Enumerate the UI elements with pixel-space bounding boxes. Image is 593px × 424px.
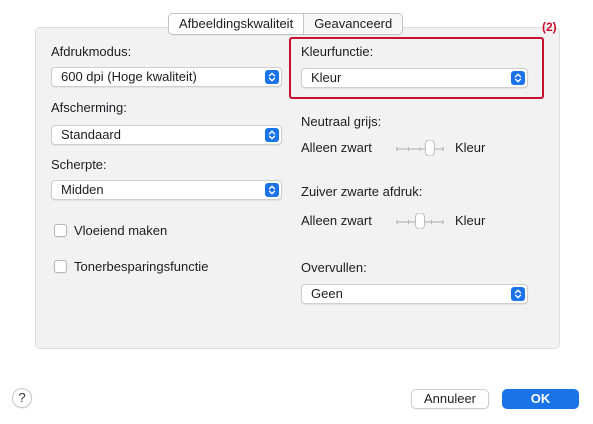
pure-black-slider[interactable] bbox=[396, 213, 444, 229]
tab-bar: Afbeeldingskwaliteit Geavanceerd bbox=[168, 13, 404, 35]
callout-label: (2) bbox=[542, 20, 557, 34]
print-mode-label: Afdrukmodus: bbox=[51, 44, 132, 59]
slider-knob bbox=[424, 140, 435, 156]
toner-save-label: Tonerbesparingsfunctie bbox=[74, 259, 209, 274]
neutral-gray-label: Neutraal grijs: bbox=[301, 114, 382, 129]
chevron-updown-icon bbox=[265, 128, 279, 142]
smoothing-label: Vloeiend maken bbox=[74, 223, 168, 238]
chevron-updown-icon bbox=[265, 70, 279, 84]
ok-button[interactable]: OK bbox=[502, 389, 579, 409]
sharpness-label: Scherpte: bbox=[51, 157, 107, 172]
neutral-gray-right-label: Kleur bbox=[455, 140, 486, 155]
print-mode-select[interactable]: 600 dpi (Hoge kwaliteit) bbox=[51, 67, 282, 87]
overprint-select[interactable]: Geen bbox=[301, 284, 528, 304]
sharpness-value: Midden bbox=[61, 182, 104, 197]
slider-knob bbox=[415, 213, 425, 229]
sharpness-select[interactable]: Midden bbox=[51, 180, 282, 200]
neutral-gray-left-label: Alleen zwart bbox=[301, 140, 372, 155]
screening-value: Standaard bbox=[61, 127, 121, 142]
overprint-value: Geen bbox=[311, 286, 343, 301]
toner-save-checkbox[interactable] bbox=[54, 260, 67, 273]
smoothing-checkbox[interactable] bbox=[54, 224, 67, 237]
pure-black-left-label: Alleen zwart bbox=[301, 213, 372, 228]
cancel-button[interactable]: Annuleer bbox=[411, 389, 489, 409]
chevron-updown-icon bbox=[265, 183, 279, 197]
overprint-label: Overvullen: bbox=[301, 260, 367, 275]
help-button[interactable]: ? bbox=[12, 388, 32, 408]
neutral-gray-slider[interactable] bbox=[396, 140, 444, 156]
tab-image-quality[interactable]: Afbeeldingskwaliteit bbox=[169, 14, 304, 34]
callout-highlight-box bbox=[289, 37, 544, 99]
chevron-updown-icon bbox=[511, 287, 525, 301]
tab-advanced[interactable]: Geavanceerd bbox=[304, 14, 403, 34]
screening-label: Afscherming: bbox=[51, 100, 127, 115]
screening-select[interactable]: Standaard bbox=[51, 125, 282, 145]
pure-black-label: Zuiver zwarte afdruk: bbox=[301, 184, 423, 199]
print-mode-value: 600 dpi (Hoge kwaliteit) bbox=[61, 69, 197, 84]
pure-black-right-label: Kleur bbox=[455, 213, 486, 228]
